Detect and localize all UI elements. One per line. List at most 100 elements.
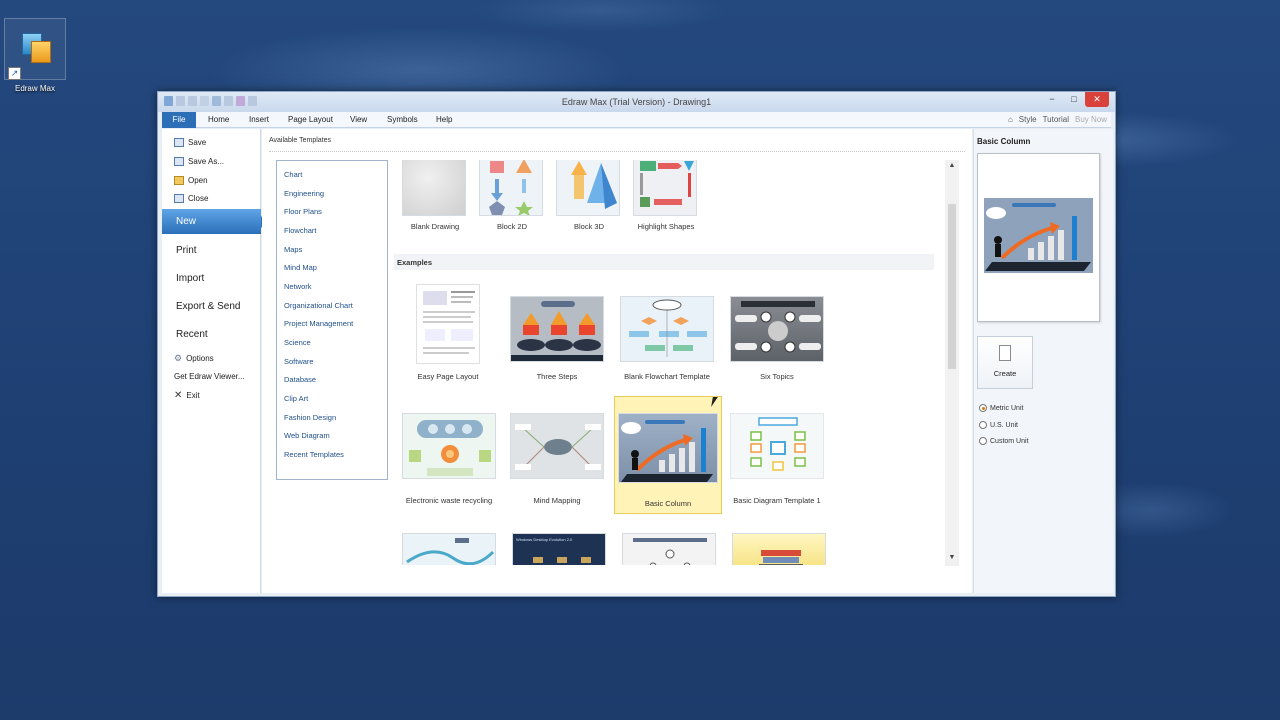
close-doc-icon (174, 194, 184, 203)
category-clip-art[interactable]: Clip Art (284, 394, 308, 403)
open-label: Open (188, 176, 208, 185)
menu-page-layout[interactable]: Page Layout (288, 115, 333, 124)
example-three-steps[interactable]: Three Steps (509, 284, 605, 382)
category-mind-map[interactable]: Mind Map (284, 263, 317, 272)
category-network[interactable]: Network (284, 282, 312, 291)
category-database[interactable]: Database (284, 375, 316, 384)
category-software[interactable]: Software (284, 357, 314, 366)
custom-unit-radio[interactable] (979, 437, 987, 445)
menu-bar: File Home Insert Page Layout View Symbol… (162, 112, 1111, 128)
backstage-recent[interactable]: Recent (176, 329, 208, 340)
category-engineering[interactable]: Engineering (284, 189, 324, 198)
category-flowchart[interactable]: Flowchart (284, 226, 317, 235)
category-floor-plans[interactable]: Floor Plans (284, 207, 322, 216)
category-organizational-chart[interactable]: Organizational Chart (284, 301, 353, 310)
us-unit-option[interactable]: U.S. Unit (979, 421, 1018, 429)
example-mind-mapping[interactable]: Mind Mapping (509, 413, 605, 511)
divider (269, 151, 965, 152)
block-3d-label: Block 3D (573, 222, 604, 231)
metric-unit-radio[interactable] (979, 404, 987, 412)
minimize-button[interactable]: − (1041, 92, 1063, 107)
tutorial-link[interactable]: Tutorial (1043, 115, 1069, 124)
backstage-close[interactable]: Close (174, 194, 208, 203)
backstage-open[interactable]: Open (174, 176, 208, 185)
category-list: Chart Engineering Floor Plans Flowchart … (276, 160, 388, 480)
backstage-export-send[interactable]: Export & Send (176, 301, 240, 312)
category-chart[interactable]: Chart (284, 170, 302, 179)
template-highlight-shapes[interactable]: Highlight Shapes (633, 160, 699, 232)
menu-help[interactable]: Help (436, 115, 452, 124)
backstage-import[interactable]: Import (176, 273, 204, 284)
scroll-thumb[interactable] (948, 204, 956, 369)
example-six-topics[interactable]: Six Topics (729, 284, 825, 382)
row3-org-graphic (633, 538, 707, 565)
row3-thumbnail-2[interactable]: Windows Desktop Evolution 2.0 (512, 533, 606, 565)
category-science[interactable]: Science (284, 338, 311, 347)
category-web-diagram[interactable]: Web Diagram (284, 431, 330, 440)
menu-symbols[interactable]: Symbols (387, 115, 418, 124)
example-blank-flowchart[interactable]: Blank Flowchart Template (619, 284, 715, 382)
scroll-up-icon[interactable]: ▲ (948, 162, 956, 169)
block-2d-label: Block 2D (496, 222, 527, 231)
basic-diagram-thumbnail (730, 413, 824, 479)
six-topics-label: Six Topics (760, 372, 794, 381)
metric-unit-option[interactable]: Metric Unit (979, 404, 1023, 412)
highlight-shapes-thumbnail (633, 160, 697, 216)
example-easy-page-layout[interactable]: Easy Page Layout (400, 284, 496, 382)
easy-page-layout-thumbnail (416, 284, 480, 364)
three-steps-label: Three Steps (536, 372, 578, 381)
templates-pane: Available Templates Chart Engineering Fl… (262, 129, 972, 593)
row3-thumbnail-1[interactable] (402, 533, 496, 565)
edraw-app-icon (22, 33, 52, 63)
category-project-management[interactable]: Project Management (284, 319, 353, 328)
custom-unit-label: Custom Unit (990, 437, 1029, 445)
e-waste-label: Electronic waste recycling (405, 496, 493, 505)
mind-mapping-thumbnail (510, 413, 604, 479)
example-basic-diagram-template[interactable]: Basic Diagram Template 1 (727, 413, 827, 511)
style-menu[interactable]: Style (1019, 115, 1037, 124)
backstage-exit[interactable]: ✕ Exit (174, 390, 200, 401)
save-as-icon (174, 157, 184, 166)
custom-unit-option[interactable]: Custom Unit (979, 437, 1029, 445)
example-electronic-waste-recycling[interactable]: Electronic waste recycling (397, 413, 501, 511)
block-3d-thumbnail (556, 160, 620, 216)
us-unit-radio[interactable] (979, 421, 987, 429)
buy-now-link[interactable]: Buy Now (1075, 115, 1107, 124)
category-fashion-design[interactable]: Fashion Design (284, 413, 336, 422)
e-waste-graphic (409, 420, 491, 476)
backstage-options[interactable]: ⚙ Options (174, 353, 214, 364)
options-gear-icon: ⚙ (174, 353, 183, 363)
gallery-scrollbar[interactable]: ▲ ▼ (945, 160, 959, 566)
backstage-print[interactable]: Print (176, 245, 197, 256)
close-button[interactable]: ✕ (1085, 92, 1109, 107)
basic-diagram-label: Basic Diagram Template 1 (733, 496, 821, 505)
category-maps[interactable]: Maps (284, 245, 302, 254)
template-blank-drawing[interactable]: Blank Drawing (402, 160, 468, 232)
create-button[interactable]: Create (977, 336, 1033, 389)
menu-home[interactable]: Home (208, 115, 229, 124)
save-icon (174, 138, 184, 147)
menu-file[interactable]: File (162, 112, 196, 128)
category-recent-templates[interactable]: Recent Templates (284, 450, 344, 459)
scroll-down-icon[interactable]: ▼ (948, 554, 956, 561)
metric-unit-label: Metric Unit (990, 404, 1024, 412)
block-2d-thumbnail (479, 160, 543, 216)
row3-thumbnail-3[interactable] (622, 533, 716, 565)
row3-map-graphic (406, 538, 495, 565)
row3-thumbnail-4[interactable] (732, 533, 826, 565)
example-basic-column-selected[interactable]: Basic Column (614, 396, 722, 514)
basic-column-graphic (621, 420, 713, 482)
menu-view[interactable]: View (350, 115, 367, 124)
backstage-new[interactable]: New (162, 209, 267, 234)
e-waste-thumbnail (402, 413, 496, 479)
app-window: Edraw Max (Trial Version) - Drawing1 − □… (157, 91, 1116, 597)
template-block-2d[interactable]: Block 2D (479, 160, 545, 232)
restore-button[interactable]: □ (1063, 92, 1085, 107)
backstage-save[interactable]: Save (174, 138, 206, 147)
edraw-max-desktop-icon[interactable]: ↗ (4, 18, 66, 80)
backstage-save-as[interactable]: Save As... (174, 157, 224, 166)
backstage-get-viewer[interactable]: Get Edraw Viewer... (174, 372, 245, 381)
menu-insert[interactable]: Insert (249, 115, 269, 124)
new-document-icon (999, 345, 1011, 361)
template-block-3d[interactable]: Block 3D (556, 160, 622, 232)
